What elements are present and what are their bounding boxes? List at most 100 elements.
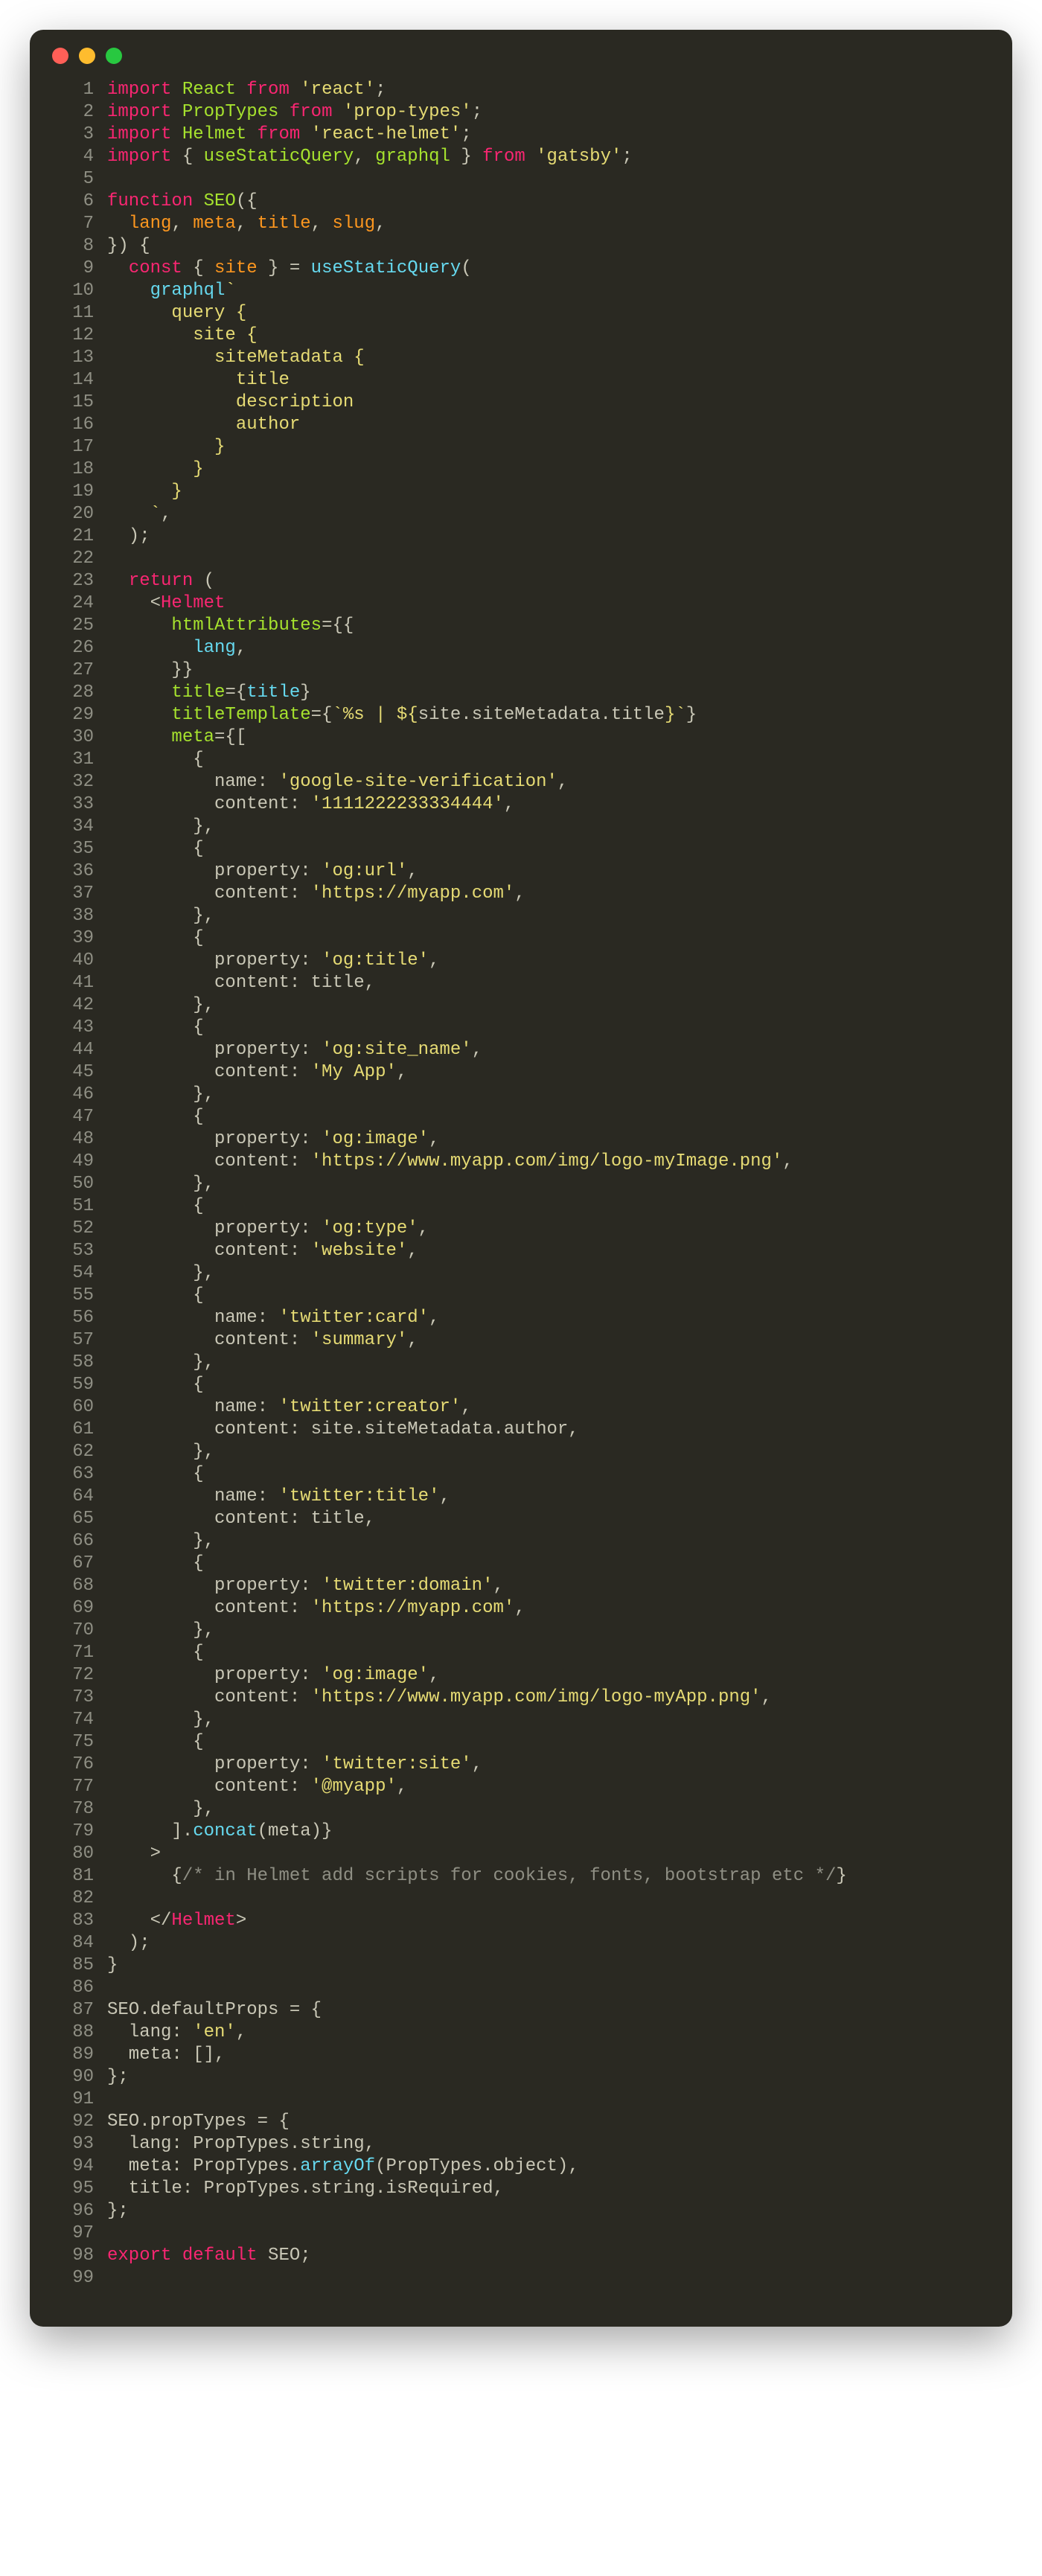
token-str: 'https://myapp.com' bbox=[311, 883, 515, 904]
line-content: import React from 'react'; bbox=[107, 79, 990, 101]
line-content: meta: [], bbox=[107, 2044, 990, 2066]
line-content: ); bbox=[107, 525, 990, 548]
token-punc: ; bbox=[461, 124, 471, 144]
token-param: slug bbox=[332, 214, 375, 234]
code-line: 33 content: '1111222233334444', bbox=[52, 793, 990, 816]
token-name: SEO bbox=[204, 191, 236, 211]
token-punc: property: bbox=[107, 1129, 322, 1149]
code-line: 82 bbox=[52, 1888, 990, 1910]
code-line: 74 }, bbox=[52, 1709, 990, 1731]
token-str: 'en' bbox=[193, 2022, 236, 2042]
token-punc: , bbox=[375, 214, 386, 234]
token-punc: , bbox=[557, 772, 568, 792]
token-punc bbox=[290, 80, 300, 100]
token-punc: }, bbox=[107, 1084, 214, 1105]
line-content: name: 'google-site-verification', bbox=[107, 771, 990, 793]
token-punc: , bbox=[439, 1486, 450, 1506]
token-punc: }; bbox=[107, 2067, 129, 2087]
code-line: 30 meta={[ bbox=[52, 726, 990, 749]
line-number: 84 bbox=[52, 1932, 107, 1955]
code-line: 1import React from 'react'; bbox=[52, 79, 990, 101]
token-punc: , bbox=[311, 214, 333, 234]
zoom-icon[interactable] bbox=[106, 48, 122, 64]
token-punc: property: bbox=[107, 1754, 322, 1774]
token-kw: export default bbox=[107, 2246, 258, 2266]
line-content bbox=[107, 1888, 990, 1910]
code-line: 65 content: title, bbox=[52, 1508, 990, 1530]
code-line: 83 </Helmet> bbox=[52, 1910, 990, 1932]
token-punc bbox=[246, 124, 257, 144]
close-icon[interactable] bbox=[52, 48, 68, 64]
token-kw: function bbox=[107, 191, 193, 211]
line-number: 97 bbox=[52, 2222, 107, 2245]
line-content: name: 'twitter:card', bbox=[107, 1307, 990, 1329]
token-kw: import bbox=[107, 147, 171, 167]
line-number: 82 bbox=[52, 1888, 107, 1910]
token-str: 'og:title' bbox=[322, 950, 429, 971]
line-number: 53 bbox=[52, 1240, 107, 1262]
line-content: import { useStaticQuery, graphql } from … bbox=[107, 146, 990, 168]
code-line: 64 name: 'twitter:title', bbox=[52, 1486, 990, 1508]
line-number: 9 bbox=[52, 258, 107, 280]
code-line: 27 }} bbox=[52, 659, 990, 682]
token-punc: } bbox=[836, 1866, 846, 1886]
token-str: 'summary' bbox=[311, 1330, 408, 1350]
line-content: { bbox=[107, 1463, 990, 1486]
token-punc: ; bbox=[621, 147, 632, 167]
token-punc: > bbox=[236, 1911, 246, 1931]
code-line: 19 } bbox=[52, 481, 990, 503]
token-punc: { bbox=[107, 1107, 204, 1127]
line-content bbox=[107, 1977, 990, 1999]
line-number: 60 bbox=[52, 1396, 107, 1419]
token-str: 'twitter:card' bbox=[278, 1308, 429, 1328]
line-content: }; bbox=[107, 2200, 990, 2222]
line-number: 29 bbox=[52, 704, 107, 726]
line-content: { bbox=[107, 749, 990, 771]
token-str: query { bbox=[107, 303, 246, 323]
line-number: 41 bbox=[52, 972, 107, 994]
line-number: 47 bbox=[52, 1106, 107, 1128]
code-area[interactable]: 1import React from 'react';2import PropT… bbox=[30, 71, 1012, 2304]
token-punc: { bbox=[107, 1732, 204, 1752]
token-punc: ={ bbox=[225, 683, 246, 703]
token-punc: , bbox=[354, 147, 375, 167]
token-punc bbox=[107, 727, 171, 747]
token-str: 'My App' bbox=[311, 1062, 397, 1082]
code-line: 43 { bbox=[52, 1017, 990, 1039]
token-str: `%s | ${ bbox=[332, 705, 418, 725]
line-content: description bbox=[107, 391, 990, 414]
code-line: 86 bbox=[52, 1977, 990, 1999]
minimize-icon[interactable] bbox=[79, 48, 95, 64]
token-punc: property: bbox=[107, 950, 322, 971]
line-content: siteMetadata { bbox=[107, 347, 990, 369]
line-content: { bbox=[107, 1017, 990, 1039]
token-punc: content: site.siteMetadata.author, bbox=[107, 1419, 579, 1439]
code-line: 41 content: title, bbox=[52, 972, 990, 994]
line-content: content: 'website', bbox=[107, 1240, 990, 1262]
token-punc bbox=[107, 214, 129, 234]
token-punc: content: bbox=[107, 1062, 311, 1082]
token-punc: } bbox=[300, 683, 310, 703]
token-punc: { bbox=[107, 1464, 204, 1484]
token-str: 'https://www.myapp.com/img/logo-myImage.… bbox=[311, 1151, 783, 1172]
line-number: 74 bbox=[52, 1709, 107, 1731]
line-number: 20 bbox=[52, 503, 107, 525]
code-line: 28 title={title} bbox=[52, 682, 990, 704]
token-punc: { bbox=[107, 750, 204, 770]
line-content: }, bbox=[107, 1530, 990, 1553]
line-content: { bbox=[107, 1553, 990, 1575]
token-punc: { bbox=[171, 147, 203, 167]
line-content: }) { bbox=[107, 235, 990, 258]
line-number: 25 bbox=[52, 615, 107, 637]
line-content: author bbox=[107, 414, 990, 436]
token-punc: }, bbox=[107, 1620, 214, 1640]
code-line: 13 siteMetadata { bbox=[52, 347, 990, 369]
line-number: 36 bbox=[52, 860, 107, 883]
token-punc bbox=[171, 124, 182, 144]
token-punc: name: bbox=[107, 1397, 278, 1417]
line-number: 48 bbox=[52, 1128, 107, 1151]
token-punc: { bbox=[182, 258, 214, 278]
line-number: 5 bbox=[52, 168, 107, 191]
line-number: 13 bbox=[52, 347, 107, 369]
line-number: 30 bbox=[52, 726, 107, 749]
